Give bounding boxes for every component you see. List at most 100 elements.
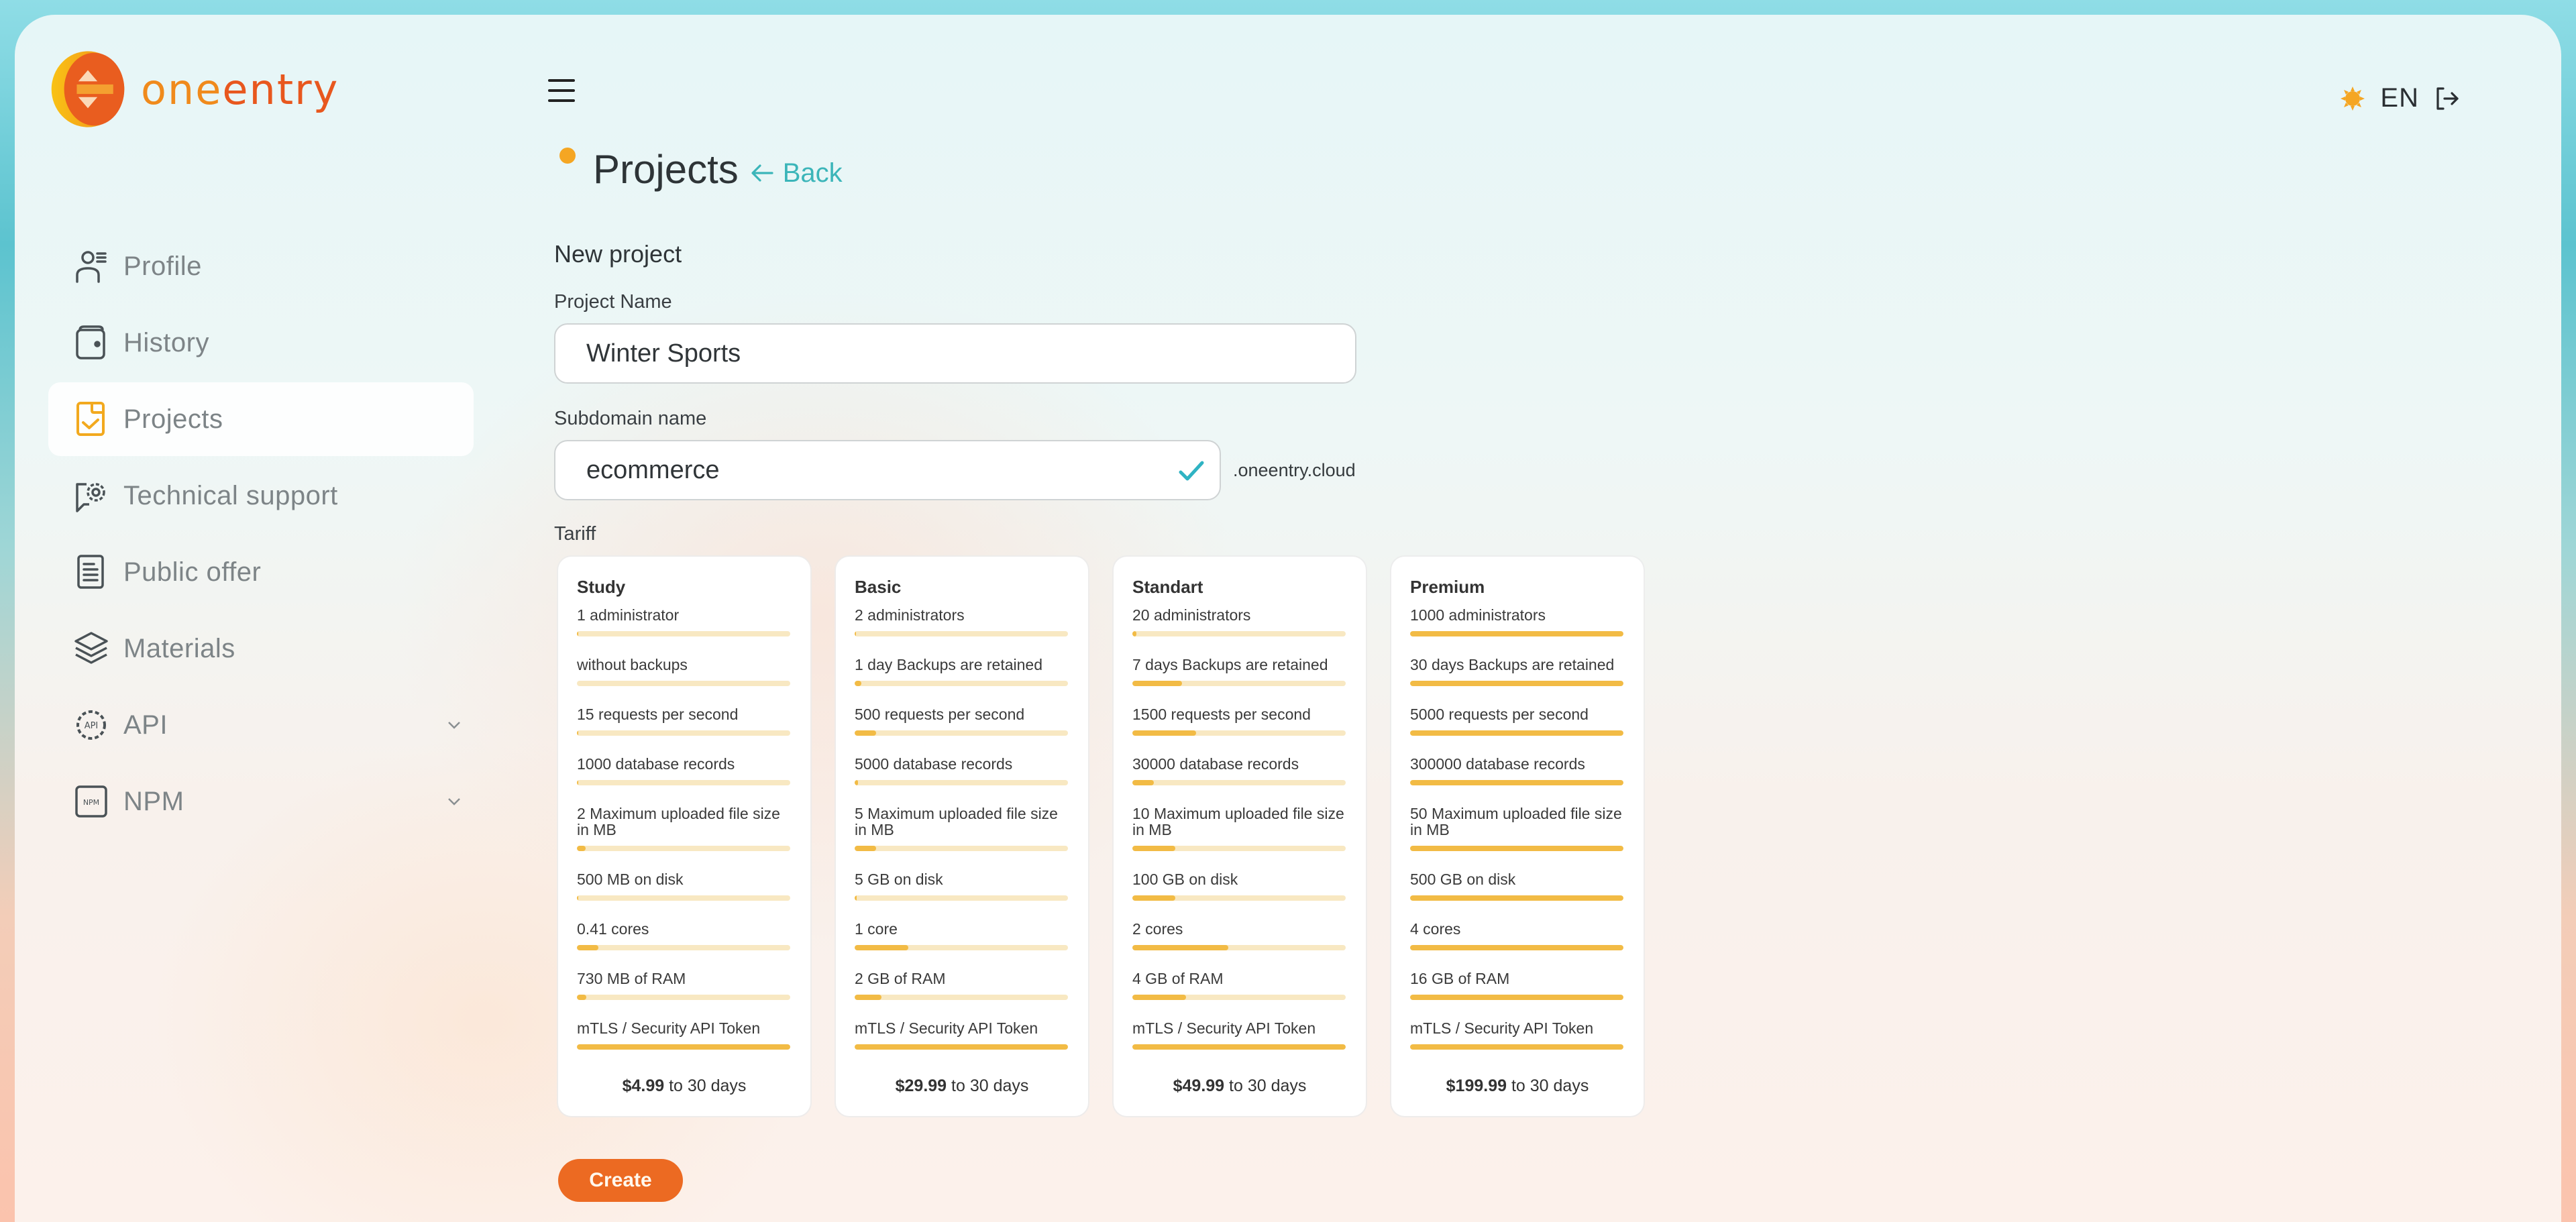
tariff-feature-bar xyxy=(1132,1044,1346,1050)
arrow-left-icon xyxy=(751,164,773,182)
tariff-feature: 10 Maximum uploaded file size in MB xyxy=(1132,806,1346,851)
sidebar-item-profile[interactable]: Profile xyxy=(48,229,474,303)
tariff-feature: 730 MB of RAM xyxy=(577,970,790,1000)
tariff-feature-text: mTLS / Security API Token xyxy=(855,1019,1038,1037)
tariff-feature-text: 2 GB of RAM xyxy=(855,970,946,987)
tariff-price-amount: $29.99 xyxy=(895,1076,947,1095)
tariff-feature-bar-fill xyxy=(577,1044,790,1050)
tariff-feature-text: 0.41 cores xyxy=(577,920,649,938)
document-icon xyxy=(72,553,110,591)
tariff-feature-bar xyxy=(1410,780,1623,785)
tariff-feature-text: 30 days Backups are retained xyxy=(1410,656,1615,673)
tariff-name: Study xyxy=(577,577,626,597)
tariff-card-basic[interactable]: Basic 2 administrators 1 day Backups are r… xyxy=(836,557,1088,1116)
sidebar-item-materials[interactable]: Materials xyxy=(48,612,474,685)
sidebar-item-label: Projects xyxy=(123,404,223,434)
project-name-input[interactable]: Winter Sports xyxy=(554,323,1356,384)
tariff-feature-text: 1000 database records xyxy=(577,755,735,773)
tariff-feature: 4 cores xyxy=(1410,921,1623,950)
tariff-feature-bar xyxy=(1132,995,1346,1000)
app-window: oneentry Profile History Projects Techni… xyxy=(15,15,2561,1222)
section-title: New project xyxy=(554,240,682,268)
tariff-feature-text: 5000 requests per second xyxy=(1410,706,1589,723)
tariff-feature-text: 300000 database records xyxy=(1410,755,1585,773)
tariff-feature-bar xyxy=(855,780,1068,785)
oneentry-logo[interactable]: oneentry xyxy=(48,50,339,129)
tariff-price-period: to 30 days xyxy=(951,1076,1029,1095)
tariff-feature-text: 1500 requests per second xyxy=(1132,706,1311,723)
tariff-feature: 300000 database records xyxy=(1410,756,1623,785)
tariff-feature: 4 GB of RAM xyxy=(1132,970,1346,1000)
support-gear-icon xyxy=(72,477,110,514)
tariff-feature-bar-fill xyxy=(855,631,856,636)
tariff-feature: mTLS / Security API Token xyxy=(855,1020,1068,1050)
logout-icon[interactable] xyxy=(2434,85,2461,112)
menu-line xyxy=(548,79,575,82)
tariff-feature: 2 Maximum uploaded file size in MB xyxy=(577,806,790,851)
sidebar-item-public-offer[interactable]: Public offer xyxy=(48,535,474,609)
chevron-down-icon[interactable] xyxy=(444,791,464,812)
sidebar-item-technical-support[interactable]: Technical support xyxy=(48,459,474,533)
tariff-feature-bar xyxy=(1132,846,1346,851)
tariff-feature-bar xyxy=(1132,730,1346,736)
tariff-feature-bar xyxy=(1410,995,1623,1000)
tariff-feature-text: 10 Maximum uploaded file size in MB xyxy=(1132,805,1344,838)
tariff-price: $49.99 to 30 days xyxy=(1114,1076,1366,1096)
tariff-feature-bar-fill xyxy=(855,995,881,1000)
tariff-feature-bar-fill xyxy=(1410,995,1623,1000)
tariff-feature-bar-fill xyxy=(1132,730,1197,736)
tariff-card-standart[interactable]: Standart 20 administrators 7 days Backups … xyxy=(1114,557,1366,1116)
tariff-feature-text: mTLS / Security API Token xyxy=(577,1019,761,1037)
tariff-feature-text: mTLS / Security API Token xyxy=(1132,1019,1316,1037)
tariff-feature-bar xyxy=(577,995,790,1000)
tariff-feature: 5000 database records xyxy=(855,756,1068,785)
tariff-feature-bar-fill xyxy=(1132,846,1175,851)
tariff-price-period: to 30 days xyxy=(1511,1076,1589,1095)
back-link[interactable]: Back xyxy=(751,158,843,188)
tariff-feature-text: 15 requests per second xyxy=(577,706,739,723)
sidebar-item-projects[interactable]: Projects xyxy=(48,382,474,456)
tariff-feature-bar-fill xyxy=(577,730,578,736)
create-button[interactable]: Create xyxy=(558,1159,683,1202)
tariff-feature-text: 1 day Backups are retained xyxy=(855,656,1043,673)
tariff-feature-text: mTLS / Security API Token xyxy=(1410,1019,1594,1037)
page-header: Projects Back xyxy=(559,146,843,192)
tariff-feature-text: 730 MB of RAM xyxy=(577,970,686,987)
language-selector[interactable]: EN xyxy=(2380,83,2419,113)
sidebar-item-label: History xyxy=(123,327,209,357)
tariff-feature-bar-fill xyxy=(855,1044,1068,1050)
sidebar-item-history[interactable]: History xyxy=(48,306,474,380)
tariff-feature-text: 30000 database records xyxy=(1132,755,1299,773)
tariff-feature: 7 days Backups are retained xyxy=(1132,657,1346,686)
tariff-feature: mTLS / Security API Token xyxy=(1132,1020,1346,1050)
tariff-feature: mTLS / Security API Token xyxy=(577,1020,790,1050)
tariff-feature-bar-fill xyxy=(577,780,578,785)
tariff-feature: 1 day Backups are retained xyxy=(855,657,1068,686)
sidebar-item-npm[interactable]: NPM NPM xyxy=(48,765,474,838)
subdomain-input[interactable]: ecommerce xyxy=(554,440,1221,500)
sun-theme-icon[interactable] xyxy=(2340,86,2365,111)
chevron-down-icon[interactable] xyxy=(444,715,464,735)
tariff-feature-bar-fill xyxy=(855,730,876,736)
tariff-feature: 1500 requests per second xyxy=(1132,706,1346,736)
header-actions: EN xyxy=(2340,83,2461,113)
tariff-feature: 30 days Backups are retained xyxy=(1410,657,1623,686)
tariff-feature: 1 administrator xyxy=(577,607,790,636)
tariff-feature-text: 5 Maximum uploaded file size in MB xyxy=(855,805,1058,838)
tariff-feature-text: 16 GB of RAM xyxy=(1410,970,1510,987)
tariff-feature: 500 requests per second xyxy=(855,706,1068,736)
tariff-feature-text: 4 GB of RAM xyxy=(1132,970,1224,987)
tariff-feature-bar xyxy=(1410,631,1623,636)
sidebar-item-api[interactable]: API API xyxy=(48,688,474,762)
tariff-feature: 5 GB on disk xyxy=(855,871,1068,901)
layers-icon xyxy=(72,630,110,667)
tariff-feature-text: 7 days Backups are retained xyxy=(1132,656,1328,673)
tariff-card-premium[interactable]: Premium 1000 administrators 30 days Backup… xyxy=(1391,557,1644,1116)
tariff-name: Basic xyxy=(855,577,902,597)
tariff-price-amount: $49.99 xyxy=(1173,1076,1225,1095)
tariff-feature-bar-fill xyxy=(577,945,598,950)
hamburger-menu-button[interactable] xyxy=(548,79,575,102)
tariff-card-study[interactable]: Study 1 administrator without backups 15 re… xyxy=(558,557,810,1116)
tariff-feature-bar xyxy=(855,846,1068,851)
tariff-feature-text: 1 administrator xyxy=(577,606,680,624)
